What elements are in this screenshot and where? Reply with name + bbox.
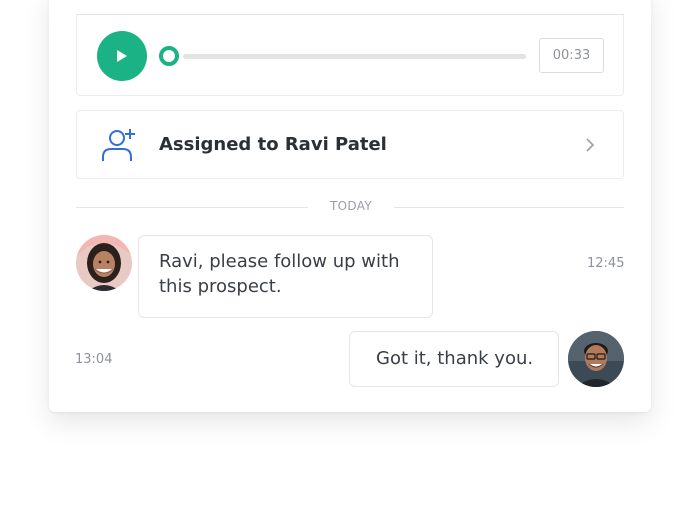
add-user-icon	[102, 129, 135, 161]
man-avatar	[568, 331, 624, 387]
audio-progress-track[interactable]	[183, 54, 526, 59]
woman-avatar	[76, 235, 132, 291]
date-divider-line-left	[76, 207, 308, 208]
play-button[interactable]	[97, 31, 147, 81]
outgoing-message-time: 13:04	[75, 352, 113, 367]
assignment-label: Assigned to Ravi Patel	[159, 134, 387, 155]
incoming-message-text: Ravi, please follow up with this prospec…	[159, 251, 400, 297]
audio-player: 00:33	[76, 14, 624, 96]
outgoing-message-bubble: Got it, thank you.	[349, 331, 559, 387]
date-divider-line-right	[394, 207, 624, 208]
play-icon	[117, 50, 127, 62]
incoming-message-bubble: Ravi, please follow up with this prospec…	[138, 235, 433, 318]
incoming-message-time: 12:45	[587, 256, 625, 271]
chevron-right-icon	[586, 138, 595, 152]
date-divider-label: TODAY	[330, 199, 372, 213]
audio-scrubber-handle[interactable]	[159, 46, 179, 66]
outgoing-message-text: Got it, thank you.	[376, 348, 534, 369]
audio-duration: 00:33	[539, 38, 604, 73]
assignment-row[interactable]: Assigned to Ravi Patel	[76, 110, 624, 179]
